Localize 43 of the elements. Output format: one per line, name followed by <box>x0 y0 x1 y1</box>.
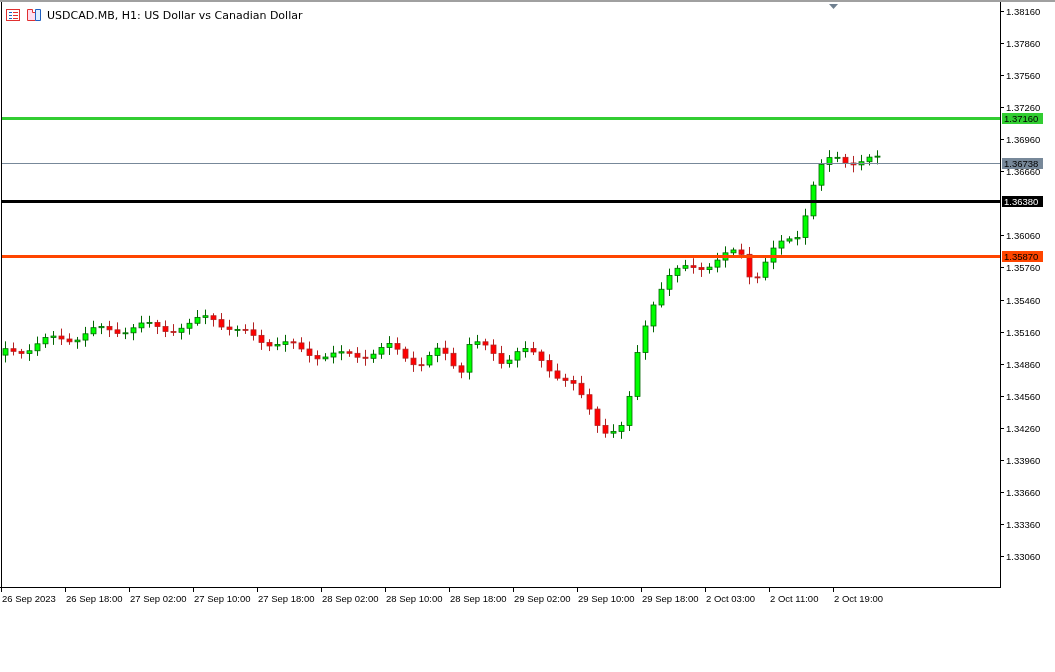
time-tick-label: 28 Sep 18:00 <box>450 593 507 604</box>
data-window-icon[interactable] <box>27 9 41 21</box>
price-tick-label: 1.35160 <box>1006 327 1041 338</box>
price-label: 1.36380 <box>1002 196 1043 207</box>
time-tick-label: 2 Oct 03:00 <box>706 593 756 604</box>
price-tick-label: 1.33660 <box>1006 487 1041 498</box>
price-tick-label: 1.34860 <box>1006 359 1041 370</box>
price-label: 1.37160 <box>1002 113 1043 124</box>
time-tick-label: 29 Sep 10:00 <box>578 593 635 604</box>
price-tick-label: 1.36060 <box>1006 230 1041 241</box>
price-tick-label: 1.35760 <box>1006 262 1041 273</box>
price-tick-label: 1.33960 <box>1006 455 1041 466</box>
price-tick-label: 1.37860 <box>1006 38 1041 49</box>
shift-marker-icon[interactable] <box>829 4 838 9</box>
price-label: 1.36738 <box>1002 158 1043 169</box>
price-tick-label: 1.35460 <box>1006 295 1041 306</box>
price-tick-label: 1.33060 <box>1006 551 1041 562</box>
price-tick-label: 1.36660 <box>1006 166 1041 177</box>
price-tick-label: 1.33360 <box>1006 519 1041 530</box>
price-tick-label: 1.37560 <box>1006 70 1041 81</box>
time-tick-label: 28 Sep 10:00 <box>386 593 443 604</box>
price-tick-label: 1.37260 <box>1006 102 1041 113</box>
level-line[interactable] <box>2 117 1000 120</box>
chart-title: USDCAD.MB, H1: US Dollar vs Canadian Dollar <box>47 9 303 22</box>
price-tick-label: 1.34260 <box>1006 423 1041 434</box>
list-icon[interactable] <box>6 9 20 21</box>
price-tick-label: 1.34560 <box>1006 391 1041 402</box>
price-label: 1.35870 <box>1002 251 1043 262</box>
level-line[interactable] <box>2 200 1000 203</box>
price-tick-label: 1.38160 <box>1006 6 1041 17</box>
time-tick-label: 28 Sep 02:00 <box>322 593 379 604</box>
level-line[interactable] <box>2 255 1000 258</box>
time-tick-label: 29 Sep 02:00 <box>514 593 571 604</box>
time-tick-label: 2 Oct 19:00 <box>834 593 884 604</box>
time-tick-label: 27 Sep 10:00 <box>194 593 251 604</box>
bid-price-line[interactable] <box>2 163 1000 164</box>
time-tick-label: 27 Sep 02:00 <box>130 593 187 604</box>
time-tick-label: 29 Sep 18:00 <box>642 593 699 604</box>
time-tick-label: 26 Sep 2023 <box>2 593 56 604</box>
price-tick-label: 1.36960 <box>1006 134 1041 145</box>
time-tick-label: 2 Oct 11:00 <box>770 593 819 604</box>
time-tick-label: 26 Sep 18:00 <box>66 593 123 604</box>
time-tick-label: 27 Sep 18:00 <box>258 593 315 604</box>
